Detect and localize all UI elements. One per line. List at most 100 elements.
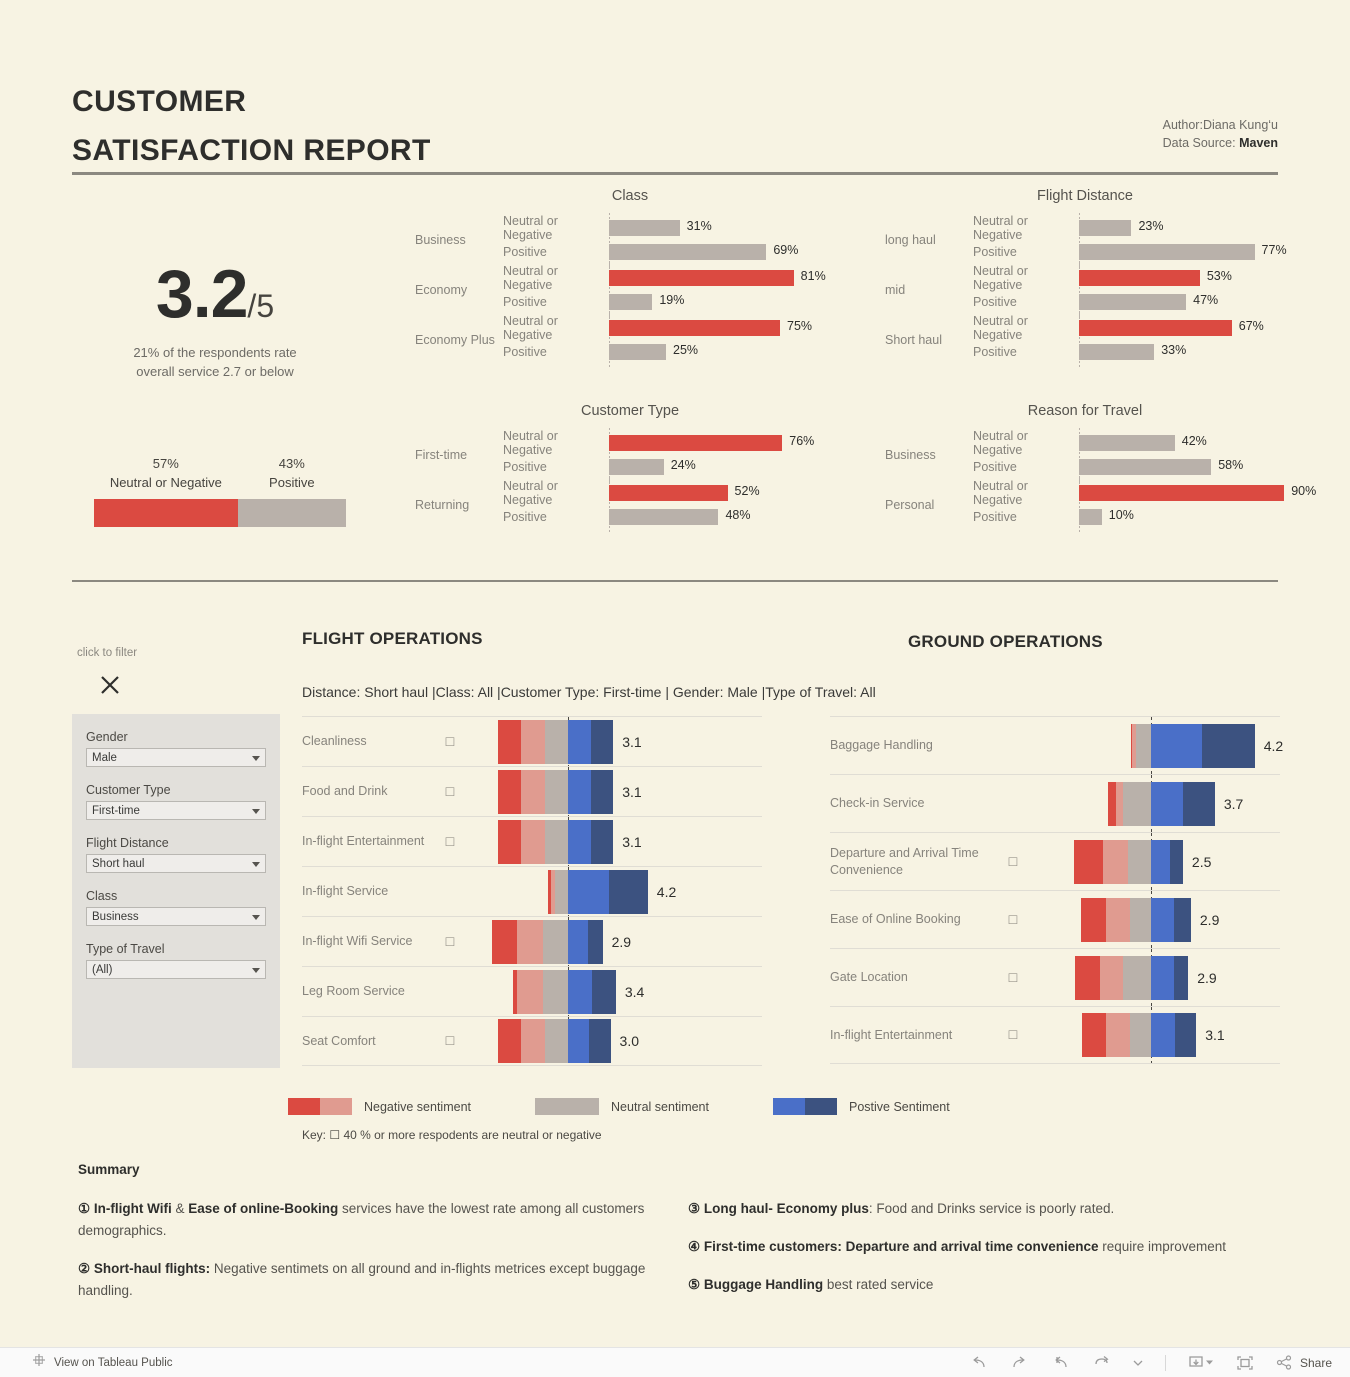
- stacked-bar[interactable]: [1131, 723, 1255, 768]
- bar-row[interactable]: Neutral or Negative 23%: [973, 213, 1285, 243]
- filter-select-customer-type[interactable]: First-time: [86, 801, 266, 820]
- bar[interactable]: [1079, 435, 1175, 451]
- stacked-bar[interactable]: [492, 919, 603, 964]
- stacked-bar[interactable]: [1073, 839, 1183, 884]
- bar-segment[interactable]: [1150, 897, 1174, 942]
- bar-segment[interactable]: [567, 719, 591, 764]
- bar-segment[interactable]: [1150, 781, 1183, 826]
- table-row[interactable]: Food and Drink ☐ 3.1: [302, 766, 762, 816]
- bar-segment[interactable]: [1150, 955, 1174, 1000]
- bar-segment[interactable]: [545, 719, 568, 764]
- table-row[interactable]: Departure and Arrival Time Convenience ☐ 2…: [830, 832, 1280, 890]
- bar-segment[interactable]: [521, 819, 546, 864]
- table-row[interactable]: Cleanliness ☐ 3.1: [302, 716, 762, 766]
- table-row[interactable]: Seat Comfort ☐ 3.0: [302, 1016, 762, 1066]
- bar-segment[interactable]: [545, 819, 568, 864]
- bar-segment[interactable]: [497, 769, 522, 814]
- bar-row[interactable]: Neutral or Negative 31%: [503, 213, 845, 243]
- bar[interactable]: [1079, 485, 1285, 501]
- bar-row[interactable]: Neutral or Negative 42%: [973, 428, 1285, 458]
- redo-icon[interactable]: [1010, 1355, 1029, 1371]
- bar[interactable]: [1079, 320, 1232, 336]
- bar-segment[interactable]: [1116, 781, 1124, 826]
- download-icon[interactable]: [1188, 1355, 1214, 1371]
- table-row[interactable]: Baggage Handling 4.2: [830, 716, 1283, 774]
- split-bar-positive[interactable]: [237, 498, 346, 527]
- bar-segment[interactable]: [567, 769, 591, 814]
- bar-segment[interactable]: [1129, 1013, 1151, 1057]
- bar[interactable]: [609, 320, 780, 336]
- toolbar-dropdown-icon[interactable]: [1133, 1359, 1143, 1367]
- bar[interactable]: [1079, 270, 1200, 286]
- chevron-down-icon[interactable]: [252, 756, 260, 761]
- table-row[interactable]: In-flight Entertainment ☐ 3.1: [830, 1006, 1280, 1064]
- table-row[interactable]: Leg Room Service 3.4: [302, 966, 762, 1016]
- bar-segment[interactable]: [542, 969, 568, 1014]
- bar-row[interactable]: Neutral or Negative 52%: [503, 478, 845, 508]
- split-bar[interactable]: [94, 498, 346, 527]
- filter-select-type-of-travel[interactable]: (All): [86, 960, 266, 979]
- bar-row[interactable]: Positive 10%: [973, 502, 1285, 532]
- bar-segment[interactable]: [497, 719, 522, 764]
- stacked-bar[interactable]: [497, 719, 614, 764]
- stacked-bar[interactable]: [497, 769, 614, 814]
- bar-segment[interactable]: [545, 1019, 568, 1063]
- bar-segment[interactable]: [517, 969, 543, 1014]
- bar-row[interactable]: Positive 69%: [503, 237, 845, 267]
- bar[interactable]: [1079, 459, 1212, 475]
- bar-row[interactable]: Neutral or Negative 53%: [973, 263, 1285, 293]
- bar-segment[interactable]: [567, 969, 592, 1014]
- bar[interactable]: [1079, 220, 1132, 236]
- bar-segment[interactable]: [1105, 1013, 1130, 1057]
- bar-row[interactable]: Positive 24%: [503, 452, 845, 482]
- bar-segment[interactable]: [1073, 839, 1104, 884]
- fullscreen-icon[interactable]: [1236, 1355, 1254, 1371]
- bar-segment[interactable]: [591, 969, 616, 1014]
- bar-segment[interactable]: [1075, 955, 1101, 1000]
- bar-segment[interactable]: [1173, 955, 1189, 1000]
- bar-segment[interactable]: [609, 869, 648, 914]
- bar-segment[interactable]: [517, 919, 543, 964]
- bar-segment[interactable]: [1182, 781, 1215, 826]
- table-row[interactable]: In-flight Entertainment ☐ 3.1: [302, 816, 762, 866]
- bar-segment[interactable]: [1080, 897, 1106, 942]
- bar[interactable]: [609, 220, 680, 236]
- bar-segment[interactable]: [1150, 1013, 1175, 1057]
- bar-segment[interactable]: [1173, 897, 1191, 942]
- bar-segment[interactable]: [567, 919, 588, 964]
- bar[interactable]: [609, 344, 666, 360]
- bar-segment[interactable]: [1100, 955, 1124, 1000]
- bar-segment[interactable]: [590, 819, 614, 864]
- stacked-bar[interactable]: [1081, 1013, 1197, 1057]
- stacked-bar[interactable]: [1080, 897, 1191, 942]
- bar-row[interactable]: Positive 33%: [973, 337, 1285, 367]
- bar-segment[interactable]: [1136, 723, 1151, 768]
- stacked-bar[interactable]: [513, 969, 616, 1014]
- bar-segment[interactable]: [589, 1019, 611, 1063]
- bar-segment[interactable]: [1128, 839, 1151, 884]
- bar-row[interactable]: Positive 19%: [503, 287, 845, 317]
- chevron-down-icon[interactable]: [252, 968, 260, 973]
- bar-row[interactable]: Neutral or Negative 67%: [973, 313, 1285, 343]
- share-button[interactable]: Share: [1276, 1355, 1332, 1370]
- bar-segment[interactable]: [1103, 839, 1129, 884]
- bar-row[interactable]: Positive 48%: [503, 502, 845, 532]
- bar-segment[interactable]: [1174, 1013, 1197, 1057]
- legend-item[interactable]: Negative sentiment: [288, 1098, 471, 1115]
- bar-row[interactable]: Neutral or Negative 90%: [973, 478, 1316, 508]
- bar-segment[interactable]: [521, 1019, 546, 1063]
- bar-segment[interactable]: [542, 919, 568, 964]
- split-bar-negative[interactable]: [94, 498, 238, 527]
- filter-select-gender[interactable]: Male: [86, 748, 266, 767]
- bar-segment[interactable]: [590, 769, 614, 814]
- bar-segment[interactable]: [497, 1019, 522, 1063]
- table-row[interactable]: Check-in Service 3.7: [830, 774, 1280, 832]
- bar[interactable]: [1079, 244, 1255, 260]
- revert-icon[interactable]: [1051, 1355, 1070, 1371]
- bar-segment[interactable]: [554, 869, 568, 914]
- bar[interactable]: [1079, 509, 1102, 525]
- table-row[interactable]: Gate Location ☐ 2.9: [830, 948, 1280, 1006]
- bar-row[interactable]: Positive 58%: [973, 452, 1285, 482]
- stacked-bar[interactable]: [497, 819, 614, 864]
- bar-segment[interactable]: [1081, 1013, 1106, 1057]
